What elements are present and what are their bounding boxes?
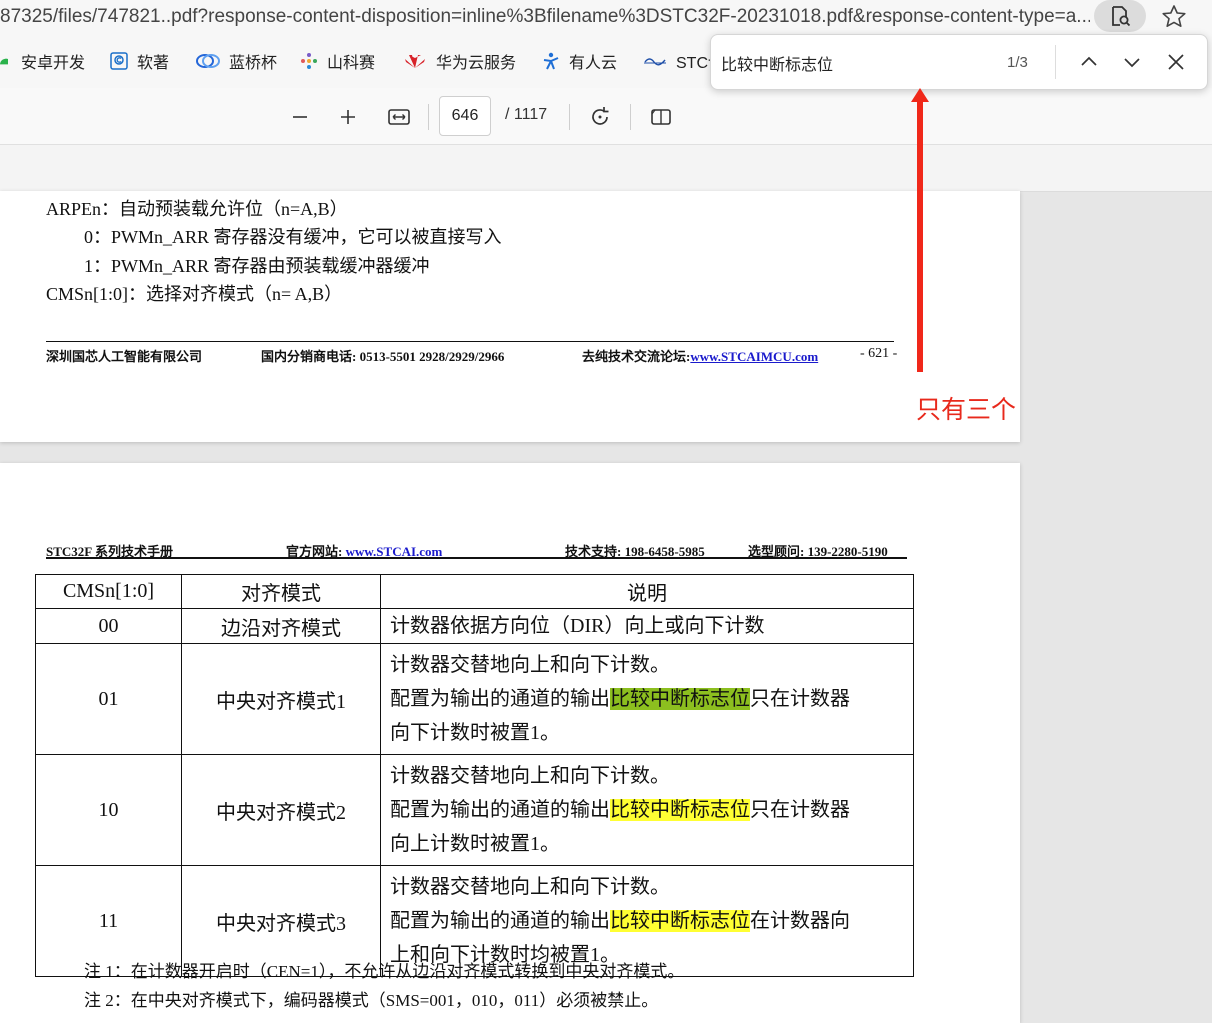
fit-to-width-button[interactable] — [384, 102, 414, 132]
forum-link[interactable]: www.STCAIMCU.com — [690, 349, 818, 364]
lanqiao-icon — [196, 54, 220, 68]
minus-icon — [293, 116, 307, 118]
code-cell: 00 — [35, 608, 182, 644]
footer-company: 深圳国芯人工智能有限公司 — [46, 349, 203, 364]
note-2: 注 2：在中央对齐模式下，编码器模式（SMS=001，010，011）必须被禁止… — [84, 991, 659, 1010]
url-text[interactable]: 87325/files/747821..pdf?response-content… — [0, 4, 1090, 30]
page-view-button[interactable] — [646, 102, 676, 132]
cms-mode-table: CMSn[1:0] 对齐模式 说明 00 边沿对齐模式 计数器依据方向位（DIR… — [35, 574, 914, 977]
desc-cell: 计数器依据方向位（DIR）向上或向下计数 — [380, 608, 914, 644]
copyright-icon — [110, 52, 128, 70]
table-row: 00 边沿对齐模式 计数器依据方向位（DIR）向上或向下计数 — [35, 608, 914, 644]
bookmark-android-dev[interactable]: 安卓开发 — [0, 48, 85, 74]
close-icon — [1168, 54, 1184, 70]
mode-cell: 中央对齐模式2 — [181, 754, 381, 866]
search-match: 比较中断标志位 — [610, 910, 750, 932]
pdf-toolbar: / 1117 — [0, 88, 1212, 145]
pdf-page-622: STC32F 系列技术手册 官方网站: www.STCAI.com 技术支持: … — [0, 463, 1020, 1023]
code-cell: 01 — [35, 643, 182, 755]
table-row: 10 中央对齐模式2 计数器交替地向上和向下计数。 配置为输出的通道的输出比较中… — [35, 754, 914, 866]
reading-view-button[interactable] — [1094, 0, 1146, 32]
table-row: 01 中央对齐模式1 计数器交替地向上和向下计数。 配置为输出的通道的输出比较中… — [35, 643, 914, 755]
desc-cell: 计数器交替地向上和向下计数。 配置为输出的通道的输出比较中断标志位只在计数器 向… — [380, 643, 914, 755]
rotate-button[interactable] — [585, 102, 615, 132]
bookmark-lanqiao[interactable]: 蓝桥杯 — [196, 48, 277, 74]
mode-cell: 中央对齐模式1 — [181, 643, 381, 755]
text-cmsn: CMSn[1:0]：选择对齐模式（n= A,B） — [46, 284, 343, 304]
find-in-page-bar: 1/3 — [710, 34, 1208, 90]
fit-width-icon — [388, 109, 410, 125]
stc-icon — [644, 58, 666, 66]
find-match-count: 1/3 — [1007, 54, 1028, 71]
note-1: 注 1：在计数器开启时（CEN=1），不允许从边沿对齐模式转换到中央对齐模式。 — [84, 962, 685, 981]
footer-forum: 去纯技术交流论坛:www.STCAIMCU.com — [582, 349, 819, 364]
text-arpen-1: 1：PWMn_ARR 寄存器由预装载缓冲器缓冲 — [84, 256, 430, 276]
footer-phone: 国内分销商电话: 0513-5501 2928/2929/2966 — [261, 349, 505, 364]
android-icon — [0, 58, 8, 65]
search-match: 比较中断标志位 — [610, 799, 750, 821]
page-total: / 1117 — [505, 106, 548, 123]
huawei-icon — [405, 55, 425, 68]
youren-icon — [543, 52, 559, 70]
address-bar: 87325/files/747821..pdf?response-content… — [0, 0, 1212, 34]
two-page-icon — [651, 109, 671, 125]
code-cell: 10 — [35, 754, 182, 866]
annotation-arrow-icon — [911, 88, 929, 372]
search-match-current: 比较中断标志位 — [610, 688, 750, 710]
shankesai-icon — [301, 53, 317, 69]
zoom-out-button[interactable] — [285, 102, 315, 132]
header-cell: CMSn[1:0] — [35, 574, 182, 609]
footer-rule — [46, 341, 894, 342]
header-rule — [46, 557, 907, 559]
find-next-button[interactable] — [1118, 48, 1146, 76]
find-previous-button[interactable] — [1075, 48, 1103, 76]
page-number-input[interactable] — [439, 96, 491, 136]
header-cell: 说明 — [380, 574, 914, 609]
find-close-button[interactable] — [1162, 48, 1190, 76]
text-arpen: ARPEn：自动预装载允许位（n=A,B） — [46, 199, 348, 219]
desc-cell: 计数器交替地向上和向下计数。 配置为输出的通道的输出比较中断标志位只在计数器 向… — [380, 754, 914, 866]
pdf-secondary-bar — [0, 145, 1212, 192]
favorite-star-icon[interactable] — [1160, 3, 1188, 31]
rotate-icon — [592, 107, 609, 125]
zoom-in-button[interactable] — [333, 102, 363, 132]
bookmark-youren-cloud[interactable]: 有人云 — [542, 48, 617, 74]
bookmark-huawei-cloud[interactable]: 华为云服务 — [403, 48, 516, 74]
pdf-page-621: ARPEn：自动预装载允许位（n=A,B） 0：PWMn_ARR 寄存器没有缓冲… — [0, 191, 1020, 442]
chevron-up-icon — [1081, 56, 1097, 66]
footer-page-number: - 621 - — [860, 346, 898, 361]
bookmark-copyright[interactable]: 软著 — [110, 48, 169, 74]
annotation-text: 只有三个 — [916, 396, 1017, 424]
header-cell: 对齐模式 — [181, 574, 381, 609]
text-arpen-0: 0：PWMn_ARR 寄存器没有缓冲，它可以被直接写入 — [84, 227, 502, 247]
plus-icon — [341, 110, 355, 124]
find-input[interactable] — [719, 47, 1003, 79]
chevron-down-icon — [1124, 58, 1140, 68]
reading-view-icon — [1112, 6, 1131, 27]
bookmark-shankesai[interactable]: 山科赛 — [300, 48, 375, 74]
table-header-row: CMSn[1:0] 对齐模式 说明 — [35, 574, 914, 609]
mode-cell: 边沿对齐模式 — [181, 608, 381, 644]
